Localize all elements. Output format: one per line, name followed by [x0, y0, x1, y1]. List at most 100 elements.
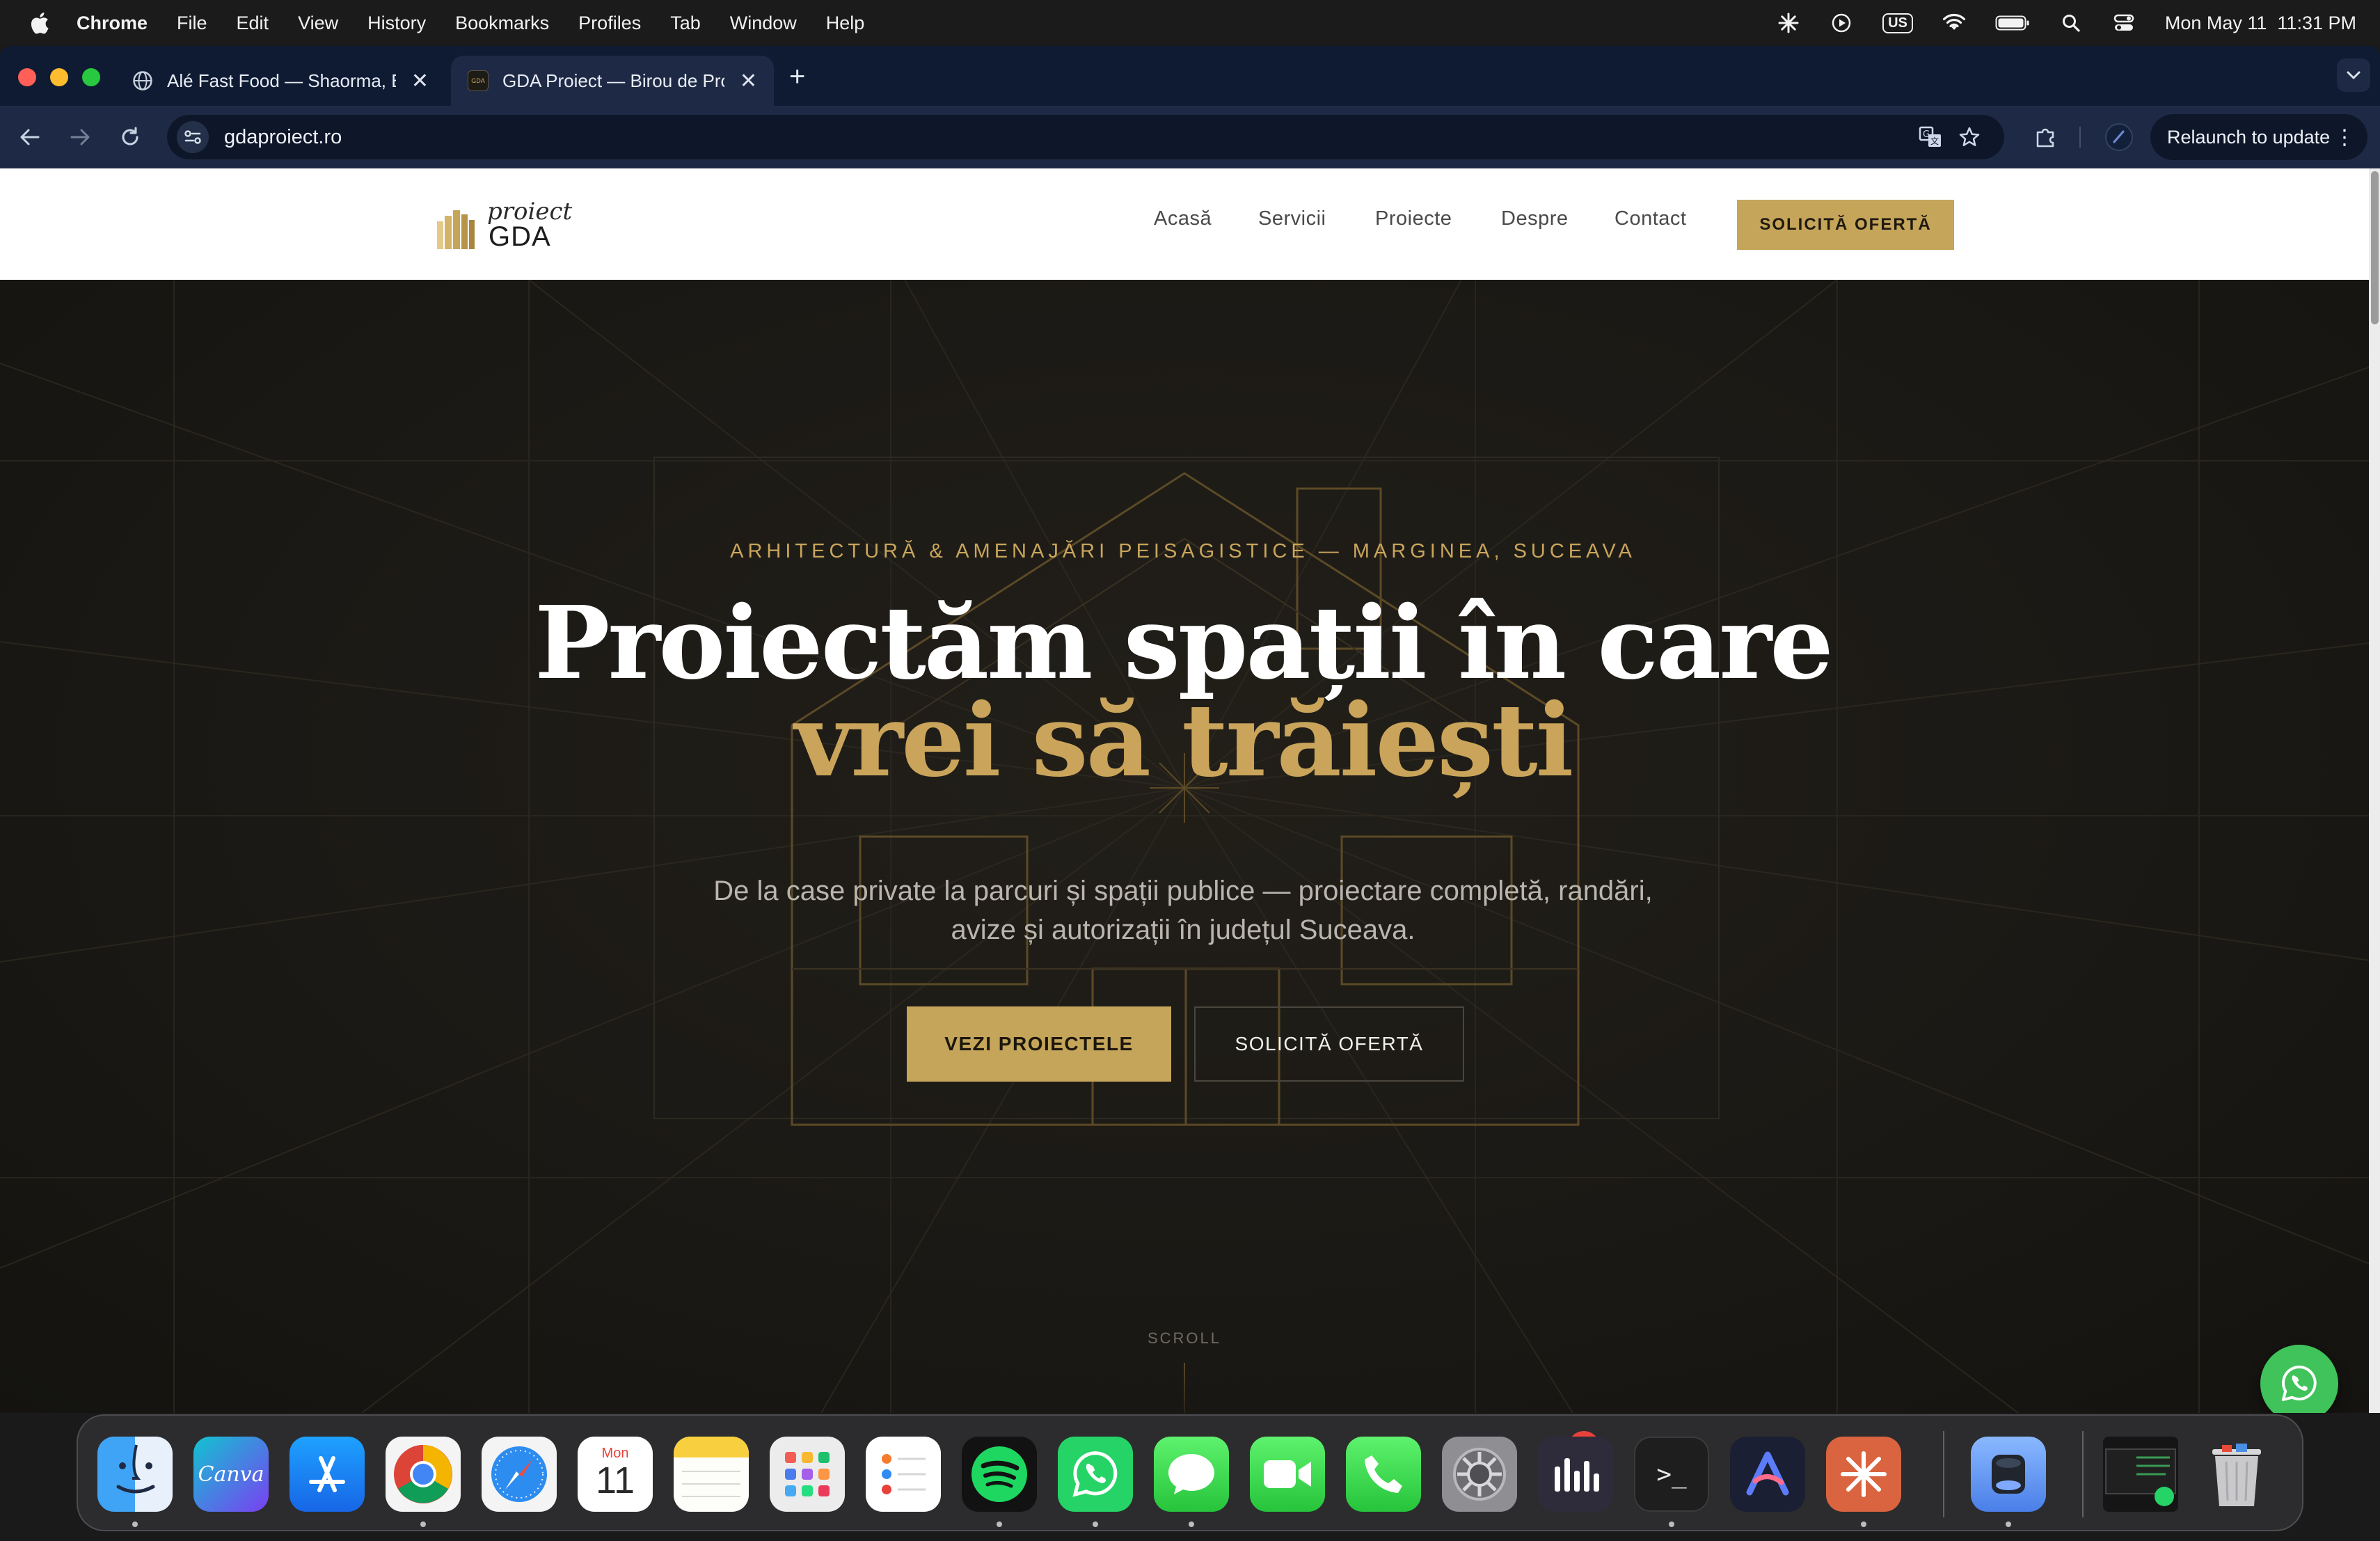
- back-arrow-icon[interactable]: [14, 121, 46, 153]
- close-window-button[interactable]: [18, 68, 36, 86]
- view-projects-button[interactable]: VEZI PROIECTELE: [907, 1006, 1171, 1082]
- tab-gda-proiect[interactable]: GDA GDA Proiect — Birou de Proie ✕: [451, 56, 774, 106]
- more-menu-icon[interactable]: ⋮: [2334, 125, 2355, 150]
- control-center-icon[interactable]: [2112, 11, 2136, 35]
- safari-icon[interactable]: [482, 1437, 557, 1512]
- app-store-icon[interactable]: [289, 1437, 365, 1512]
- nav-request-offer-button[interactable]: SOLICITĂ OFERTĂ: [1737, 200, 1954, 250]
- apple-menu-icon[interactable]: [26, 10, 51, 35]
- gda-logo[interactable]: proiect GDA: [436, 198, 575, 253]
- url-text[interactable]: gdaproiect.ro: [224, 126, 342, 149]
- web-page-viewport: proiect GDA Acasă Servicii Proiecte Desp…: [0, 168, 2380, 1413]
- hero-subtitle: De la case private la parcuri și spații …: [713, 876, 1653, 945]
- window-thumbnail[interactable]: [2103, 1437, 2178, 1512]
- finder-icon[interactable]: [97, 1437, 173, 1512]
- hero-eyebrow: ARHITECTURĂ & AMENAJĂRI PEISAGISTICE — M…: [730, 540, 1636, 562]
- calendar-day: 11: [595, 1459, 635, 1501]
- chrome-window: Alé Fast Food — Shaorma, Bu ✕ GDA GDA Pr…: [0, 46, 2380, 1413]
- minimize-window-button[interactable]: [50, 68, 68, 86]
- menu-app-name[interactable]: Chrome: [77, 13, 148, 34]
- hero-request-offer-button[interactable]: SOLICITĂ OFERTĂ: [1194, 1006, 1464, 1082]
- reload-icon[interactable]: [114, 121, 146, 153]
- trash-icon[interactable]: [2199, 1437, 2274, 1512]
- whatsapp-icon: [2282, 1366, 2317, 1401]
- new-tab-plus-icon[interactable]: +: [789, 61, 805, 93]
- spotlight-search-icon[interactable]: [2059, 11, 2083, 35]
- phone-icon[interactable]: [1346, 1437, 1421, 1512]
- tab-search-chevron-icon[interactable]: [2337, 58, 2370, 92]
- bookmark-star-icon[interactable]: [1957, 125, 1982, 150]
- menu-help[interactable]: Help: [826, 13, 865, 34]
- claude-app-icon[interactable]: [1826, 1437, 1901, 1512]
- scrollbar-thumb[interactable]: [2371, 171, 2379, 324]
- menu-bookmarks[interactable]: Bookmarks: [455, 13, 549, 34]
- scroll-indicator-label: SCROLL: [1147, 1329, 1222, 1347]
- macos-menu-bar: Chrome File Edit View History Bookmarks …: [0, 0, 2380, 46]
- arc-browser-icon[interactable]: [1730, 1437, 1805, 1512]
- browser-toolbar: gdaproiect.ro G文 Relaunch to update ⋮: [0, 106, 2380, 168]
- site-settings-icon[interactable]: [177, 121, 209, 153]
- claude-status-icon[interactable]: [1777, 11, 1800, 35]
- notes-icon[interactable]: [674, 1437, 749, 1512]
- canva-label: Canva: [198, 1462, 264, 1487]
- menu-tab[interactable]: Tab: [670, 13, 701, 34]
- menu-edit[interactable]: Edit: [237, 13, 269, 34]
- menu-window[interactable]: Window: [730, 13, 797, 34]
- gda-favicon-icon: GDA: [468, 70, 489, 91]
- svg-text:文: 文: [1930, 136, 1939, 146]
- tab-title: Alé Fast Food — Shaorma, Bu: [167, 70, 396, 91]
- menu-view[interactable]: View: [298, 13, 338, 34]
- forward-arrow-icon[interactable]: [64, 121, 96, 153]
- terminal-icon[interactable]: >_: [1634, 1437, 1709, 1512]
- nav-link-proiecte[interactable]: Proiecte: [1375, 207, 1452, 230]
- messages-icon[interactable]: [1154, 1437, 1229, 1512]
- battery-icon[interactable]: [1995, 11, 2030, 35]
- nav-link-servicii[interactable]: Servicii: [1258, 207, 1326, 230]
- extensions-puzzle-icon[interactable]: [2029, 121, 2061, 153]
- close-tab-icon[interactable]: ✕: [740, 69, 757, 93]
- zoom-window-button[interactable]: [82, 68, 100, 86]
- menu-history[interactable]: History: [367, 13, 426, 34]
- nav-link-despre[interactable]: Despre: [1501, 207, 1569, 230]
- hero-title-line1: Proiectăm spații în care: [534, 584, 1834, 702]
- wifi-icon[interactable]: [1942, 11, 1966, 35]
- podcast-analytics-icon[interactable]: [1538, 1437, 1613, 1512]
- profile-avatar-icon[interactable]: [2103, 121, 2135, 153]
- site-header: proiect GDA Acasă Servicii Proiecte Desp…: [0, 168, 2380, 280]
- tab-strip: Alé Fast Food — Shaorma, Bu ✕ GDA GDA Pr…: [0, 46, 2380, 106]
- close-tab-icon[interactable]: ✕: [411, 69, 429, 93]
- nav-link-contact[interactable]: Contact: [1615, 207, 1686, 230]
- chrome-dock-icon[interactable]: [386, 1437, 461, 1512]
- page-scrollbar[interactable]: [2369, 168, 2380, 1413]
- logo-buildings-icon: [437, 210, 475, 249]
- logo-wordmark: GDA: [489, 221, 551, 252]
- menu-profiles[interactable]: Profiles: [578, 13, 641, 34]
- macos-dock: Canva Mon 11 1: [77, 1414, 2303, 1531]
- facetime-icon[interactable]: [1250, 1437, 1325, 1512]
- translate-icon[interactable]: G文: [1918, 125, 1943, 150]
- canva-icon[interactable]: Canva: [193, 1437, 269, 1512]
- preview-app-icon[interactable]: [1971, 1437, 2046, 1512]
- hero-title-line2: vrei să trăiești: [794, 681, 1574, 799]
- tab-title: GDA Proiect — Birou de Proie: [502, 70, 724, 91]
- spotify-icon[interactable]: [962, 1437, 1037, 1512]
- menu-file[interactable]: File: [177, 13, 207, 34]
- input-source-indicator[interactable]: US: [1882, 13, 1913, 33]
- globe-icon: [132, 70, 153, 91]
- menubar-clock[interactable]: Mon May 11 11:31 PM: [2165, 13, 2356, 34]
- reminders-icon[interactable]: [866, 1437, 941, 1512]
- system-settings-icon[interactable]: [1442, 1437, 1517, 1512]
- tab-ale-fast-food[interactable]: Alé Fast Food — Shaorma, Bu ✕: [116, 56, 445, 106]
- address-bar[interactable]: gdaproiect.ro G文: [167, 115, 2004, 159]
- hero-section: ARHITECTURĂ & AMENAJĂRI PEISAGISTICE — M…: [0, 280, 2380, 1413]
- dock-separator: [1943, 1431, 1944, 1517]
- whatsapp-dock-icon[interactable]: [1058, 1437, 1133, 1512]
- hero-blueprint-illustration: [0, 280, 2380, 1413]
- nav-link-acasa[interactable]: Acasă: [1154, 207, 1212, 230]
- scroll-indicator-line: [1184, 1363, 1185, 1413]
- calendar-icon[interactable]: Mon 11: [578, 1437, 653, 1512]
- launchpad-icon[interactable]: [770, 1437, 845, 1512]
- media-play-icon[interactable]: [1830, 11, 1853, 35]
- toolbar-divider: [2079, 127, 2081, 148]
- relaunch-to-update-button[interactable]: Relaunch to update ⋮: [2150, 114, 2367, 160]
